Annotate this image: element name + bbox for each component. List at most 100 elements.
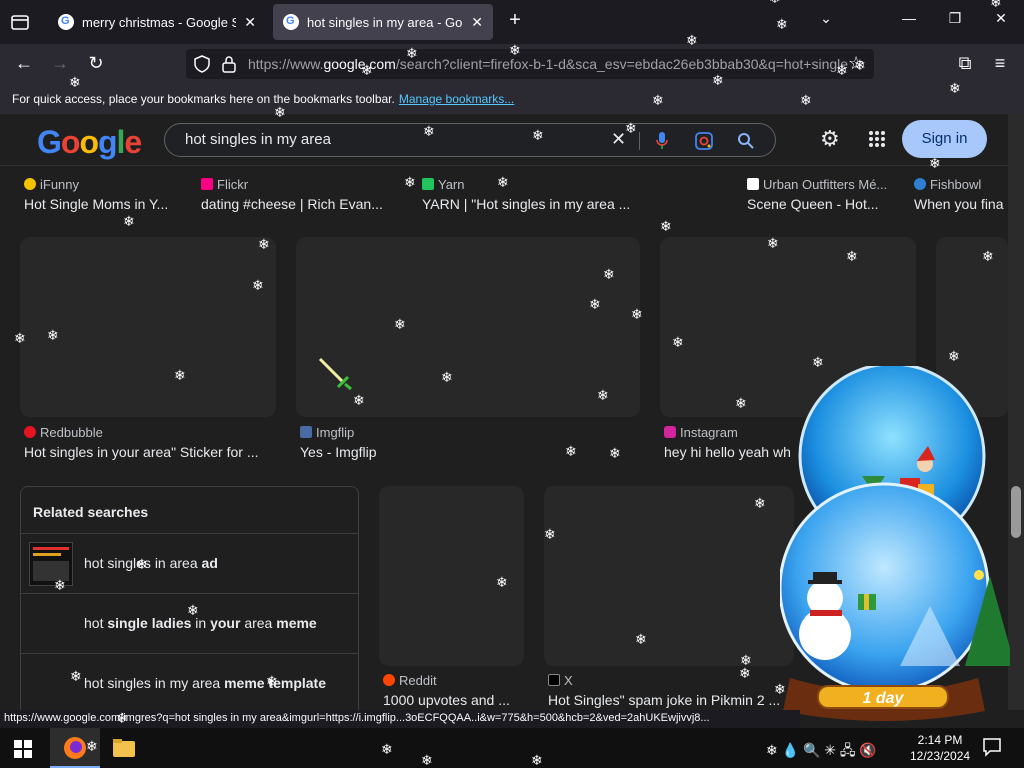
new-tab-icon[interactable]: + [503,9,527,32]
lock-icon[interactable] [222,55,236,78]
sign-in-button[interactable]: Sign in [902,120,987,158]
snowflake-icon: ❄ [739,665,751,681]
snowflake-icon: ❄ [497,174,509,190]
result-source[interactable]: Urban Outfitters Mé... [747,177,887,192]
result-caption[interactable]: YARN | "Hot singles in my area ... [422,196,642,212]
mic-icon[interactable] [655,131,669,156]
snowflake-icon: ❄ [274,104,286,120]
result-source[interactable]: Flickr [201,177,248,192]
windows-icon[interactable] [14,740,32,758]
image-thumbnail[interactable] [544,486,794,666]
snow-globe-widget[interactable]: 1 day [778,362,1015,726]
related-item[interactable]: hot singles in area ad [21,533,358,593]
snowflake-icon: ❄ [54,577,66,593]
folder-icon[interactable] [112,736,136,760]
google-logo[interactable]: Google [37,124,142,161]
snowflake-icon: ❄ [929,155,941,171]
back-icon[interactable]: ← [13,53,35,74]
related-bold: ad [201,555,218,571]
close-icon[interactable]: ✕ [244,14,256,31]
reload-icon[interactable]: ↻ [85,53,107,74]
url-bar[interactable]: https://www.google.com/search?client=fir… [186,49,874,79]
tab-merry-christmas[interactable]: merry christmas - Google Search ✕ [48,4,266,40]
related-thumbnail [29,542,73,586]
fishbowl-icon [914,178,926,190]
shield-icon[interactable] [194,55,210,78]
result-caption[interactable]: Yes - Imgflip [300,444,500,460]
google-favicon [283,14,299,30]
redbubble-icon [24,426,36,438]
chevron-down-icon[interactable]: ⌄ [814,10,838,27]
manage-bookmarks-link[interactable]: Manage bookmarks... [399,92,514,106]
snowflake-icon: ❄ [421,752,433,768]
close-icon[interactable]: ✕ [471,14,483,31]
yarn-icon [422,178,434,190]
result-caption[interactable]: Hot singles in your area" Sticker for ..… [24,444,280,460]
google-favicon [58,14,74,30]
result-source[interactable]: Redbubble [24,425,103,440]
maximize-icon[interactable]: ❐ [943,10,967,27]
divider [639,132,640,150]
result-source[interactable]: X [548,673,573,688]
result-caption[interactable]: Scene Queen - Hot... [747,196,897,212]
snowflake-icon: ❄ [381,741,393,757]
system-tray[interactable]: ❄ 💧 🔍 ✳ 🖧 🔇 [766,740,877,764]
snowflake-icon: ❄ [441,369,453,385]
menu-icon[interactable]: ≡ [989,53,1011,74]
snowflake-icon: ❄ [854,57,866,73]
clock-time: 2:14 PM [917,733,963,747]
result-source[interactable]: Imgflip [300,425,354,440]
source-label: Redbubble [40,425,103,440]
snowflake-icon: ❄ [406,45,418,61]
snowflake-icon: ❄ [652,92,664,108]
result-source[interactable]: Instagram [664,425,738,440]
result-caption[interactable]: 1000 upvotes and ... [383,692,523,708]
snowflake-icon: ❄ [361,62,373,78]
extensions-icon[interactable]: ⧉ [954,53,976,74]
tab-overview-icon[interactable] [10,12,30,32]
instagram-icon [664,426,676,438]
result-source[interactable]: Yarn [422,177,465,192]
globe-countdown-label: 1 day [863,690,905,707]
result-source[interactable]: Reddit [383,673,437,688]
imgflip-icon [300,426,312,438]
taskbar-clock[interactable]: 2:14 PM 12/23/2024 [910,732,970,764]
logo-letter: e [124,124,142,160]
notification-icon[interactable] [982,737,1002,762]
result-caption[interactable]: Hot Singles" spam joke in Pikmin 2 ... [548,692,788,708]
apps-icon[interactable] [868,130,886,153]
snowflake-icon: ❄ [70,668,82,684]
minimize-icon[interactable]: — [897,10,921,26]
url-text[interactable]: https://www.google.com/search?client=fir… [248,56,848,72]
source-label: Urban Outfitters Mé... [763,177,888,192]
reddit-icon [383,674,395,686]
snowflake-icon: ❄ [47,327,59,343]
snowflake-icon: ❄ [686,32,698,48]
source-label: iFunny [40,177,80,192]
logo-letter: o [60,124,81,160]
result-source[interactable]: iFunny [24,177,79,192]
result-caption[interactable]: dating #cheese | Rich Evan... [201,196,401,212]
tab-hot-singles[interactable]: hot singles in my area - Google Search ✕ [273,4,493,40]
snowflake-icon: ❄ [660,218,672,234]
logo-letter: o [79,124,99,160]
sword-cursor-icon [318,357,354,396]
settings-icon[interactable]: ⚙ [820,126,840,152]
snowflake-icon: ❄ [69,74,81,90]
lens-icon[interactable] [695,132,713,155]
search-icon[interactable] [737,132,755,155]
forward-icon[interactable]: → [49,53,71,74]
scrollbar-thumb[interactable] [1011,486,1021,538]
result-caption[interactable]: Hot Single Moms in Y... [24,196,184,212]
source-label: Yarn [438,177,465,192]
close-window-icon[interactable]: ✕ [989,10,1013,27]
clear-icon[interactable]: ✕ [611,129,626,150]
logo-letter: g [97,124,118,160]
search-box[interactable]: ✕ [164,123,776,157]
url-host: google.com [323,56,396,72]
result-source[interactable]: Fishbowl [914,177,981,192]
snowflake-icon: ❄ [774,681,786,697]
page-scrollbar[interactable] [1008,114,1024,710]
result-caption[interactable]: When you fina [914,196,1008,212]
bookmarks-hint: For quick access, place your bookmarks h… [12,92,395,106]
